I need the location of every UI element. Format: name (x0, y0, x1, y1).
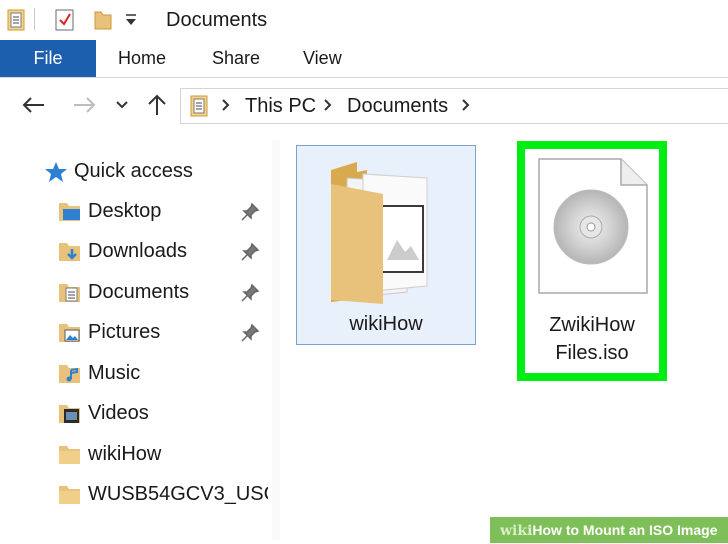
watermark-text: How to Mount an ISO Image (532, 522, 718, 538)
folder-icon (58, 484, 82, 511)
sidebar-label: Documents (88, 281, 190, 303)
chevron-down-icon (116, 101, 128, 109)
sidebar-label: Quick access (74, 160, 193, 182)
folder-icon (58, 444, 82, 471)
pin-icon[interactable] (240, 202, 260, 227)
sidebar-label: WUSB54GCV3_USCA (88, 483, 268, 505)
breadcrumb-this-pc[interactable]: This PC (245, 93, 316, 119)
documents-folder-icon (58, 282, 82, 309)
sidebar-label: Music (88, 362, 141, 384)
pin-icon[interactable] (240, 323, 260, 348)
file-name-line-1: ZwikiHow (549, 314, 635, 336)
file-item-iso[interactable]: ZwikiHow Files.iso (517, 141, 667, 381)
arrow-right-icon (74, 97, 96, 113)
file-name-line-2: Files.iso (555, 342, 629, 364)
sidebar-item-documents[interactable]: Documents (0, 274, 268, 310)
watermark-banner: wikiHow to Mount an ISO Image (490, 517, 728, 543)
navigation-bar: This PC Documents (0, 78, 728, 133)
arrow-up-icon (148, 94, 166, 115)
tab-share[interactable]: Share (212, 40, 260, 77)
videos-folder-icon (58, 403, 82, 430)
arrow-left-icon (22, 97, 44, 113)
window-title: Documents (166, 9, 268, 31)
pin-icon[interactable] (240, 283, 260, 308)
address-bar[interactable]: This PC Documents (180, 88, 728, 124)
sidebar-label: Downloads (88, 240, 187, 262)
properties-icon[interactable] (6, 8, 28, 37)
sidebar-item-wikihow[interactable]: wikiHow (0, 436, 268, 472)
sidebar-item-music[interactable]: Music (0, 355, 268, 391)
breadcrumb-documents[interactable]: Documents (347, 93, 448, 119)
title-separator (34, 8, 35, 30)
disc-image-file-icon (537, 157, 649, 300)
sidebar-label: Videos (88, 402, 149, 424)
tab-view[interactable]: View (303, 40, 342, 77)
sidebar-label: wikiHow (88, 443, 162, 465)
customize-toolbar-icon[interactable] (124, 12, 138, 33)
pictures-folder-icon (58, 322, 82, 349)
sidebar-item-quick-access[interactable]: Quick access (0, 153, 268, 189)
back-button[interactable] (18, 90, 48, 120)
chevron-right-icon[interactable] (323, 98, 333, 117)
chevron-right-icon[interactable] (221, 98, 231, 117)
title-bar: Documents (0, 0, 728, 40)
file-name: wikiHow (349, 313, 423, 335)
documents-location-icon (189, 94, 211, 123)
sidebar-item-wusb54gcv3[interactable]: WUSB54GCV3_USCA (0, 476, 268, 512)
sidebar-item-downloads[interactable]: Downloads (0, 233, 268, 269)
navigation-pane-scrollbar[interactable] (272, 140, 280, 540)
sidebar-item-desktop[interactable]: Desktop (0, 193, 268, 229)
new-folder-icon[interactable] (92, 8, 114, 37)
pin-icon[interactable] (240, 242, 260, 267)
tab-file[interactable]: File (0, 40, 96, 77)
music-folder-icon (58, 363, 82, 390)
folder-icon (327, 160, 437, 309)
file-list: wikiHow ZwikiHow Files.iso (280, 133, 728, 543)
tab-home[interactable]: Home (118, 40, 166, 77)
watermark-brand: wiki (500, 523, 533, 539)
sidebar-item-pictures[interactable]: Pictures (0, 314, 268, 350)
desktop-folder-icon (58, 201, 82, 228)
sidebar-label: Pictures (88, 321, 161, 343)
sidebar-item-videos[interactable]: Videos (0, 395, 268, 431)
forward-button[interactable] (70, 90, 100, 120)
sidebar-label: Desktop (88, 200, 162, 222)
recent-locations-button[interactable] (112, 90, 132, 120)
downloads-folder-icon (58, 241, 82, 268)
up-button[interactable] (144, 90, 170, 120)
file-item-wikihow-folder[interactable]: wikiHow (296, 145, 476, 345)
star-icon (44, 161, 68, 188)
chevron-right-icon[interactable] (461, 98, 471, 117)
checklist-icon[interactable] (54, 8, 76, 37)
navigation-pane: Quick access Desktop Downloads Documents… (0, 133, 268, 543)
ribbon-tabs: File Home Share View (0, 40, 728, 78)
